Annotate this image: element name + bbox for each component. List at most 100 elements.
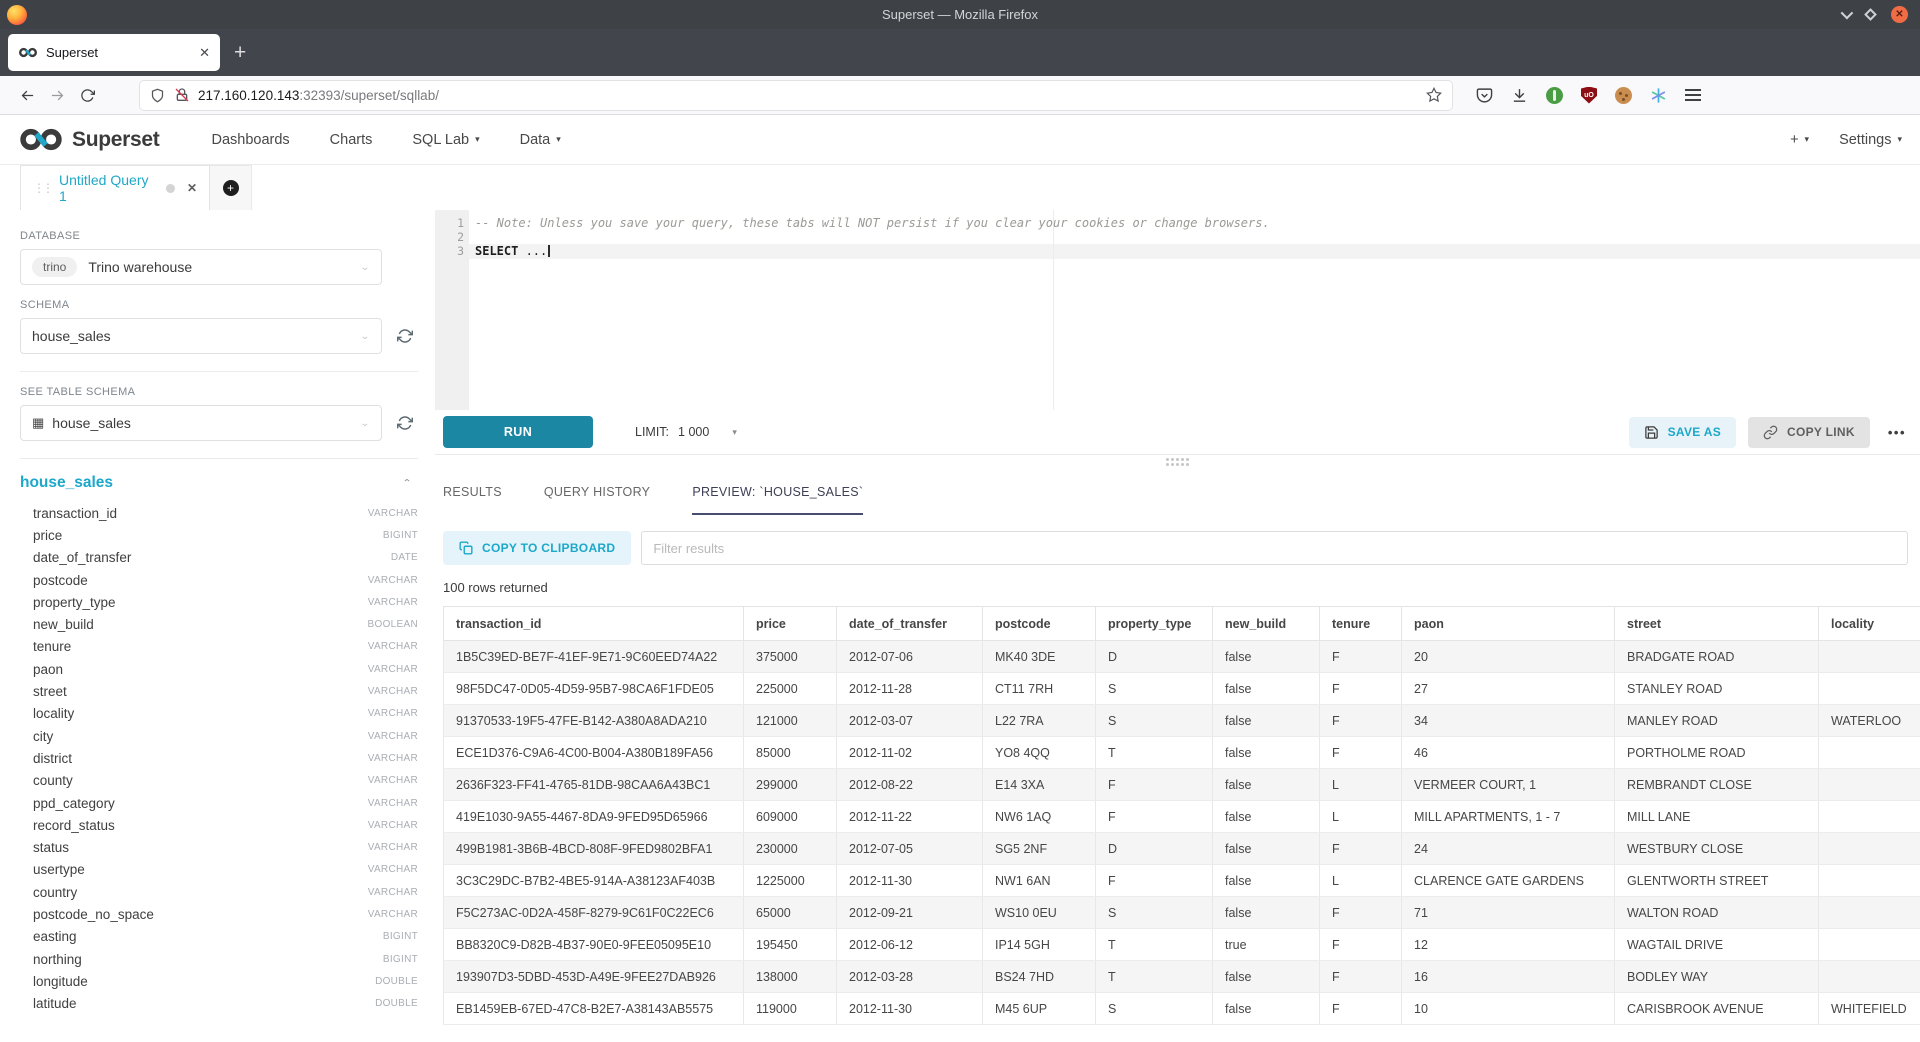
- url-path: :32393/superset/sqllab/: [299, 88, 439, 103]
- window-minimize-icon[interactable]: [1841, 7, 1854, 20]
- superset-logo[interactable]: Superset: [18, 127, 159, 152]
- column-header[interactable]: locality: [1819, 607, 1920, 641]
- insecure-lock-icon[interactable]: [174, 87, 190, 103]
- column-header[interactable]: paon: [1402, 607, 1615, 641]
- pocket-icon[interactable]: [1476, 87, 1493, 104]
- table-cell: [1819, 641, 1920, 673]
- ublock-extension-icon[interactable]: uO: [1581, 87, 1597, 104]
- column-header[interactable]: new_build: [1213, 607, 1320, 641]
- drag-grip-icon[interactable]: ⋮⋮: [33, 181, 51, 195]
- schema-column-row: usertype VARCHAR: [20, 859, 418, 881]
- table-cell: 2012-11-02: [837, 737, 983, 769]
- table-cell: false: [1213, 641, 1320, 673]
- table-cell: BODLEY WAY: [1615, 961, 1819, 993]
- cookie-extension-icon[interactable]: [1615, 87, 1632, 104]
- copy-link-button[interactable]: COPY LINK: [1748, 417, 1870, 448]
- refresh-tables-icon[interactable]: [397, 415, 413, 431]
- filter-results-input[interactable]: [641, 531, 1908, 565]
- column-header[interactable]: postcode: [983, 607, 1096, 641]
- tab-results[interactable]: RESULTS: [443, 485, 502, 515]
- schema-column-row: easting BIGINT: [20, 926, 418, 948]
- nav-sql-lab[interactable]: SQL Lab▾: [412, 132, 479, 148]
- editor-code-area[interactable]: -- Note: Unless you save your query, the…: [469, 210, 1920, 410]
- tab-query-history[interactable]: QUERY HISTORY: [544, 485, 650, 515]
- sql-editor[interactable]: 1 2 3 -- Note: Unless you save your quer…: [435, 210, 1920, 410]
- window-maximize-icon[interactable]: [1864, 8, 1877, 21]
- schema-column-row: street VARCHAR: [20, 680, 418, 702]
- column-name: ppd_category: [33, 796, 115, 811]
- column-name: city: [33, 729, 53, 744]
- schema-column-row: record_status VARCHAR: [20, 814, 418, 836]
- run-query-button[interactable]: RUN: [443, 416, 593, 448]
- column-name: county: [33, 773, 73, 788]
- add-query-tab-button[interactable]: +: [210, 165, 252, 210]
- schema-column-list: transaction_id VARCHAR price BIGINT date…: [20, 502, 418, 1015]
- forward-button[interactable]: [42, 88, 72, 103]
- table-cell: 2012-07-06: [837, 641, 983, 673]
- nav-charts[interactable]: Charts: [330, 132, 373, 148]
- limit-dropdown[interactable]: LIMIT: 1 000 ▾: [635, 425, 737, 439]
- new-browser-tab-button[interactable]: +: [234, 42, 246, 63]
- settings-menu[interactable]: Settings▾: [1839, 132, 1902, 148]
- table-cell: 2012-11-22: [837, 801, 983, 833]
- column-type: VARCHAR: [368, 597, 418, 608]
- back-button[interactable]: [12, 88, 42, 103]
- table-cell: false: [1213, 993, 1320, 1025]
- query-tab-untitled-1[interactable]: ⋮⋮ Untitled Query 1 ✕: [20, 165, 210, 210]
- table-cell: 2012-11-30: [837, 865, 983, 897]
- snowflake-extension-icon[interactable]: [1650, 87, 1667, 104]
- table-cell: CARISBROOK AVENUE: [1615, 993, 1819, 1025]
- schema-select[interactable]: house_sales ⌄: [20, 318, 382, 354]
- browser-toolbar: 217.160.120.143:32393/superset/sqllab/ u…: [0, 76, 1920, 115]
- add-new-button[interactable]: +▾: [1790, 132, 1809, 148]
- copy-to-clipboard-button[interactable]: COPY TO CLIPBOARD: [443, 531, 631, 565]
- reload-button[interactable]: [72, 88, 102, 103]
- table-row: 3C3C29DC-B7B2-4BE5-914A-A38123AF403B1225…: [444, 865, 1920, 897]
- menu-hamburger-icon[interactable]: [1685, 89, 1701, 101]
- column-header[interactable]: transaction_id: [444, 607, 744, 641]
- column-type: VARCHAR: [368, 731, 418, 742]
- column-type: VARCHAR: [368, 909, 418, 920]
- save-as-button[interactable]: SAVE AS: [1629, 417, 1736, 448]
- nav-data[interactable]: Data▾: [520, 132, 561, 148]
- table-cell: EB1459EB-67ED-47C8-B2E7-A38143AB5575: [444, 993, 744, 1025]
- divider: [20, 371, 418, 372]
- chevron-down-icon: ▾: [1897, 134, 1902, 145]
- column-header[interactable]: property_type: [1096, 607, 1213, 641]
- table-cell: PORTHOLME ROAD: [1615, 737, 1819, 769]
- chevron-up-icon[interactable]: ⌃: [402, 477, 412, 488]
- table-cell: 2012-08-22: [837, 769, 983, 801]
- results-tab-bar: RESULTS QUERY HISTORY PREVIEW: `HOUSE_SA…: [435, 469, 1920, 515]
- browser-tab-close-icon[interactable]: ✕: [199, 45, 210, 61]
- privacy-badger-extension-icon[interactable]: [1546, 87, 1563, 104]
- schema-column-row: latitude DOUBLE: [20, 993, 418, 1015]
- more-options-button[interactable]: •••: [1888, 425, 1906, 440]
- nav-dashboards[interactable]: Dashboards: [211, 132, 289, 148]
- table-cell: 2012-11-30: [837, 993, 983, 1025]
- query-tab-close-icon[interactable]: ✕: [187, 181, 197, 195]
- tracking-shield-icon[interactable]: [150, 88, 165, 103]
- column-header[interactable]: tenure: [1320, 607, 1402, 641]
- table-cell: WS10 0EU: [983, 897, 1096, 929]
- refresh-schemas-icon[interactable]: [397, 328, 413, 344]
- table-cell: MILL APARTMENTS, 1 - 7: [1402, 801, 1615, 833]
- table-cell: M45 6UP: [983, 993, 1096, 1025]
- downloads-icon[interactable]: [1511, 87, 1528, 104]
- table-cell: E14 3XA: [983, 769, 1096, 801]
- pane-resize-handle[interactable]: [1166, 458, 1189, 466]
- column-header[interactable]: street: [1615, 607, 1819, 641]
- table-schema-heading[interactable]: house_sales: [20, 474, 113, 492]
- window-close-icon[interactable]: ✕: [1891, 6, 1908, 23]
- browser-tab-superset[interactable]: Superset ✕: [8, 34, 220, 71]
- column-header[interactable]: date_of_transfer: [837, 607, 983, 641]
- url-bar[interactable]: 217.160.120.143:32393/superset/sqllab/: [140, 81, 1452, 110]
- table-select[interactable]: ▦ house_sales ⌄: [20, 405, 382, 441]
- column-type: DOUBLE: [375, 998, 418, 1009]
- table-cell: 121000: [744, 705, 837, 737]
- column-header[interactable]: price: [744, 607, 837, 641]
- table-cell: BRADGATE ROAD: [1615, 641, 1819, 673]
- bookmark-star-icon[interactable]: [1426, 87, 1442, 103]
- database-select[interactable]: trino Trino warehouse ⌄: [20, 249, 382, 285]
- table-cell: T: [1096, 961, 1213, 993]
- tab-preview-house-sales[interactable]: PREVIEW: `HOUSE_SALES`: [692, 485, 863, 515]
